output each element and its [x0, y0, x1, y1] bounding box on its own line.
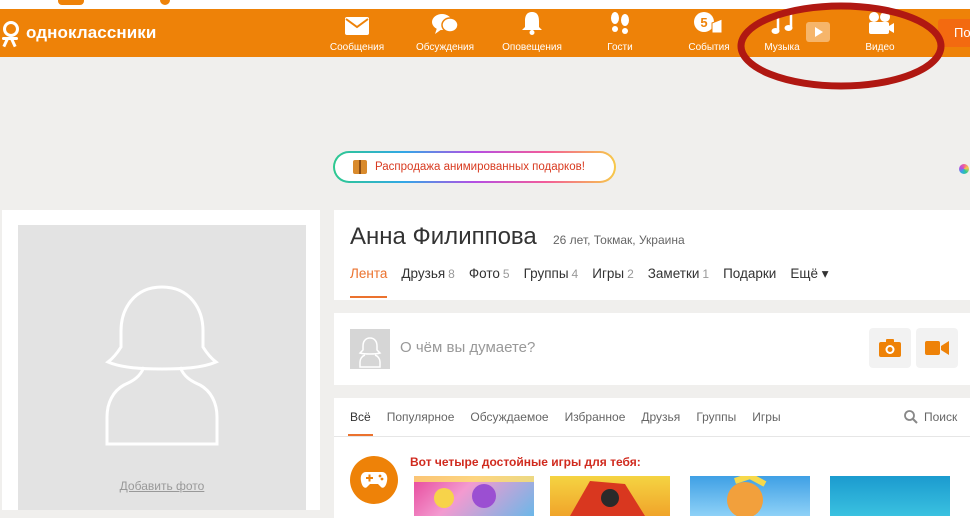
tab-label: Группы [523, 266, 569, 281]
feed-tab-all[interactable]: Всё [348, 410, 373, 436]
nav-messages[interactable]: Сообщения [327, 9, 387, 57]
tab-games[interactable]: Игры 2 [592, 266, 634, 298]
nav-video[interactable]: Видео [860, 9, 900, 57]
promo-text: Распродажа анимированных подарков! [375, 161, 585, 173]
top-strip-chip [58, 0, 84, 5]
feed-tab-friends[interactable]: Друзья [641, 410, 680, 436]
search-icon [904, 410, 918, 424]
tab-label: Подарки [723, 266, 777, 281]
gift-icon [353, 160, 367, 174]
promo-banner[interactable]: Распродажа анимированных подарков! [333, 151, 616, 183]
envelope-icon [337, 9, 377, 35]
tab-label: Ещё ▾ [790, 266, 829, 281]
music-player-icon[interactable] [806, 22, 830, 42]
footprints-icon [600, 9, 640, 35]
tab-count: 1 [702, 267, 710, 281]
profile-photo-card: Добавить фото [2, 210, 320, 510]
nav-notifications[interactable]: Оповещения [500, 9, 564, 57]
tab-label: Лента [350, 266, 388, 281]
feed-tab-discussed[interactable]: Обсуждаемое [470, 410, 548, 436]
feed-search[interactable]: Поиск [904, 410, 957, 424]
nav-events-label: События [688, 42, 730, 53]
tab-notes[interactable]: Заметки 1 [648, 266, 709, 298]
tab-feed[interactable]: Лента [350, 266, 388, 298]
profile-tabs: Лента Друзья 8 Фото 5 Группы 4 Игры 2 Заметк… [350, 266, 843, 298]
game-thumbnail[interactable] [550, 476, 670, 516]
feed-divider [334, 436, 970, 437]
avatar-placeholder[interactable]: Добавить фото [18, 225, 306, 510]
nav-music-label: Музыка [764, 42, 800, 53]
feed-tab-groups[interactable]: Группы [696, 410, 736, 436]
add-video-button[interactable] [916, 328, 958, 368]
ok-logo-icon [0, 20, 20, 48]
tab-label: Игры [592, 266, 625, 281]
feed-tab-games[interactable]: Игры [752, 410, 780, 436]
nav-discussions[interactable]: Обсуждения [413, 9, 477, 57]
game-thumbnail[interactable] [830, 476, 950, 516]
bell-icon [512, 9, 552, 35]
feed-panel: Всё Популярное Обсуждаемое Избранное Дру… [334, 398, 970, 518]
user-silhouette-icon [358, 337, 382, 368]
post-input[interactable]: О чём вы думаете? [400, 339, 535, 356]
tab-label: Заметки [647, 266, 700, 281]
tab-count: 8 [448, 267, 455, 281]
svg-text:5: 5 [700, 15, 707, 30]
tab-label: Друзья [401, 266, 446, 281]
tab-friends[interactable]: Друзья 8 [401, 266, 454, 298]
tab-count: 5 [502, 267, 510, 281]
tab-groups[interactable]: Группы 4 [524, 266, 579, 298]
chat-bubbles-icon [425, 9, 465, 35]
nav-music[interactable]: Музыка [762, 9, 802, 57]
tab-photos[interactable]: Фото 5 [469, 266, 510, 298]
add-photo-button[interactable] [869, 328, 911, 368]
logo-text: одноклассники [26, 23, 157, 42]
tab-gifts[interactable]: Подарки [723, 266, 776, 298]
top-strip-chip-small [160, 0, 170, 5]
header-search-button[interactable]: Поиск [938, 19, 970, 47]
feed-search-label: Поиск [924, 410, 958, 424]
nav-messages-label: Сообщения [329, 42, 385, 53]
music-note-icon [762, 9, 802, 35]
tab-count: 4 [571, 267, 579, 281]
nav-guests-label: Гости [607, 42, 633, 53]
games-suggestion-title: Вот четыре достойные игры для тебя: [410, 455, 641, 469]
nav-notifications-label: Оповещения [502, 42, 562, 53]
events-hand-icon: 5 [689, 9, 729, 35]
top-strip [0, 0, 970, 9]
composer-avatar [350, 329, 390, 369]
nav-discussions-label: Обсуждения [415, 42, 475, 53]
feed-tab-popular[interactable]: Популярное [387, 410, 455, 436]
add-photo-link[interactable]: Добавить фото [18, 479, 306, 493]
feed-tab-favorites[interactable]: Избранное [565, 410, 626, 436]
tab-label: Фото [468, 266, 500, 281]
camera-icon [879, 339, 901, 357]
profile-meta: 26 лет, Токмак, Украина [553, 233, 685, 247]
feed-tabs: Всё Популярное Обсуждаемое Избранное Дру… [348, 410, 797, 436]
tab-more[interactable]: Ещё ▾ [790, 266, 828, 298]
profile-header: Анна Филиппова 26 лет, Токмак, Украина Л… [334, 210, 970, 300]
video-camera-icon [860, 9, 900, 35]
video-icon [925, 341, 949, 355]
game-thumbnail[interactable] [414, 476, 534, 516]
color-wheel-icon[interactable] [959, 164, 969, 174]
nav-guests[interactable]: Гости [600, 9, 640, 57]
logo[interactable]: одноклассники [0, 20, 157, 48]
nav-events[interactable]: 5 События [686, 9, 732, 57]
nav-video-label: Видео [865, 42, 895, 53]
post-composer: О чём вы думаете? [334, 313, 970, 385]
tab-count: 2 [627, 267, 634, 281]
female-silhouette-icon [105, 285, 219, 446]
profile-name: Анна Филиппова [350, 223, 537, 250]
top-header: одноклассники Сообщения Обсуждения Опове… [0, 9, 970, 57]
game-thumbnail[interactable] [690, 476, 810, 516]
gamepad-icon [350, 456, 398, 504]
